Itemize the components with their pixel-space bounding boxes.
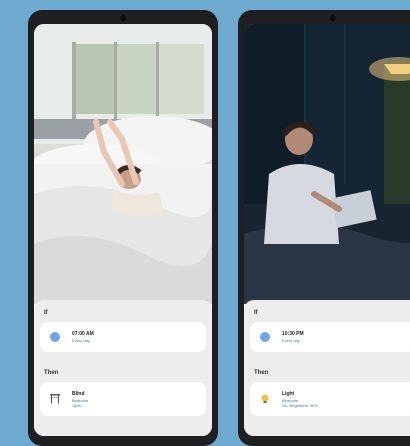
morning-photo [34, 24, 212, 304]
action-name: Blind [72, 390, 85, 397]
clock-icon [258, 330, 272, 344]
action-state: Open [72, 402, 82, 408]
bulb-icon [258, 392, 272, 406]
if-label: If [254, 310, 258, 316]
action-state: On, Brightness 30% [282, 402, 318, 408]
night-photo [244, 24, 410, 304]
trigger-detail: Every day [72, 338, 90, 343]
trigger-card[interactable]: 10:30 PM Every day [250, 322, 410, 352]
action-name: Light [282, 390, 295, 397]
routine-panel-right: If 10:30 PM Every day Then Light Bedroom… [244, 300, 410, 436]
trigger-detail: Every day [282, 338, 300, 343]
screen-left: If 07:00 AM Every day Then Blind Bedroom… [34, 24, 212, 436]
if-label: If [44, 310, 48, 316]
phone-left: If 07:00 AM Every day Then Blind Bedroom… [28, 10, 218, 446]
camera-dot [120, 15, 126, 21]
then-label: Then [254, 370, 269, 376]
then-label: Then [44, 370, 59, 376]
action-card[interactable]: Blind Bedroom Open [40, 382, 206, 416]
action-card[interactable]: Light Bedroom On, Brightness 30% [250, 382, 410, 416]
clock-icon [48, 330, 62, 344]
trigger-time: 10:30 PM [282, 331, 304, 337]
trigger-time: 07:00 AM [72, 331, 94, 337]
blind-icon [48, 392, 62, 406]
routine-panel-left: If 07:00 AM Every day Then Blind Bedroom… [34, 300, 212, 436]
trigger-card[interactable]: 07:00 AM Every day [40, 322, 206, 352]
camera-dot [330, 15, 336, 21]
screen-right: If 10:30 PM Every day Then Light Bedroom… [244, 24, 410, 436]
phone-right: If 10:30 PM Every day Then Light Bedroom… [238, 10, 410, 446]
